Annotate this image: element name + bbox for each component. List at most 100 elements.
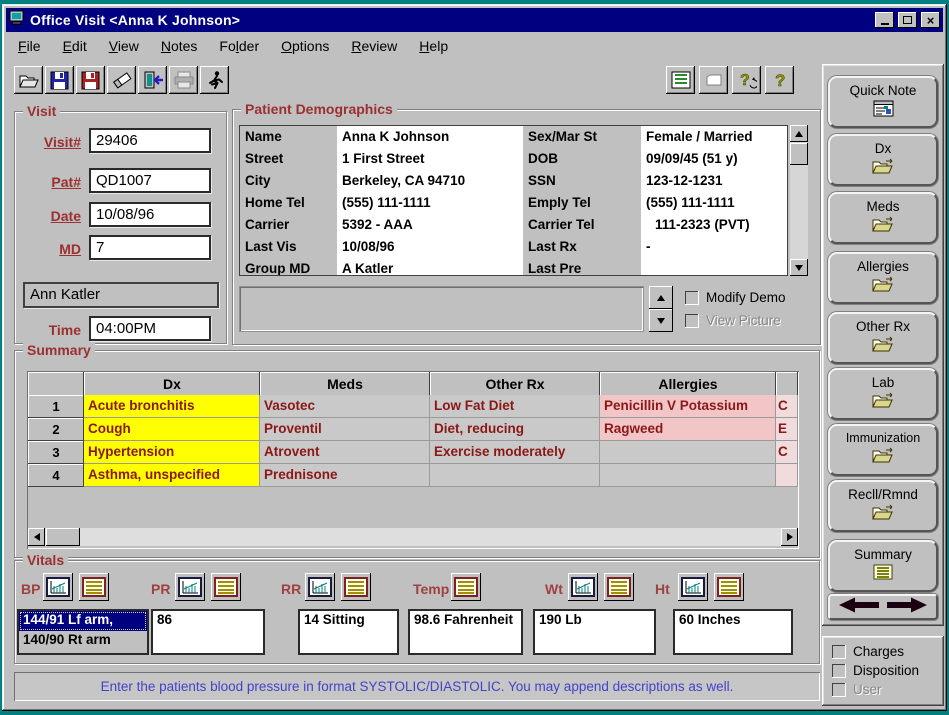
scroll-thumb[interactable] [46,528,80,546]
summary-hscrollbar[interactable] [28,528,798,546]
date-label[interactable]: Date [19,208,81,224]
bp-graph-icon[interactable] [43,573,73,601]
notes-list-button[interactable] [666,66,695,94]
menu-folder[interactable]: Folder [209,36,269,56]
pr-field[interactable]: 86 [151,609,265,655]
close-button[interactable]: × [921,12,940,28]
other-rx-cell[interactable]: Diet, reducing [430,418,600,441]
checkbox-icon[interactable] [832,645,846,659]
sidebar-button-quick-note[interactable]: Quick Note [828,76,938,128]
sidebar-button-dx[interactable]: Dx [828,134,938,186]
open-folder-button[interactable] [14,66,43,94]
new-card-button[interactable] [699,66,728,94]
time-field[interactable]: 04:00PM [89,316,211,341]
wt-list-icon[interactable] [604,573,634,601]
menu-help[interactable]: Help [409,36,458,56]
scroll-thumb[interactable] [790,143,808,165]
rr-field[interactable]: 14 Sitting [298,609,399,655]
demographics-grid[interactable]: NameAnna K JohnsonSex/Mar StFemale / Mar… [239,125,788,276]
visit-number-field[interactable]: 29406 [89,128,211,153]
row-number[interactable]: 3 [28,441,84,464]
wt-graph-icon[interactable] [568,573,598,601]
menu-options[interactable]: Options [271,36,339,56]
demographics-scrollbar[interactable] [790,125,808,276]
patient-number-label[interactable]: Pat# [19,174,81,190]
eraser-button[interactable] [107,66,136,94]
meds-cell[interactable]: Atrovent [260,441,430,464]
sidebar-button-immunization[interactable]: Immunization [828,424,938,476]
sidebar-button-summary[interactable]: Summary [828,540,938,592]
row-number[interactable]: 4 [28,464,84,487]
scroll-left-icon[interactable] [28,528,45,546]
dx-cell[interactable]: Asthma, unspecified [84,464,260,487]
partial-cell[interactable]: C [776,441,798,464]
scroll-up-icon[interactable] [790,125,808,142]
print-button [169,66,198,94]
menu-file[interactable]: File [8,36,51,56]
dx-cell[interactable]: Hypertension [84,441,260,464]
md-label[interactable]: MD [19,241,81,257]
other-rx-cell[interactable]: Exercise moderately [430,441,600,464]
row-number[interactable]: 2 [28,418,84,441]
bp-field[interactable]: 144/91 Lf arm, 140/90 Rt arm [17,609,149,655]
checkbox-icon[interactable] [832,664,846,678]
allergies-cell[interactable] [600,441,776,464]
modify-demo-checkbox[interactable]: Modify Demo [685,290,786,305]
scroll-down-icon[interactable] [790,259,808,276]
allergies-cell[interactable]: Penicillin V Potassium [600,395,776,418]
scroll-right-icon[interactable] [781,528,798,546]
menu-view[interactable]: View [99,36,149,56]
sidebar-button-allergies[interactable]: Allergies [828,252,938,304]
dx-cell[interactable]: Acute bronchitis [84,395,260,418]
sidebar-button-lab[interactable]: Lab [828,368,938,420]
minimize-button[interactable] [875,12,894,28]
prev-next-button[interactable] [828,594,938,620]
exit-button[interactable] [138,66,167,94]
menu-review[interactable]: Review [341,36,407,56]
other-rx-cell[interactable]: Low Fat Diet [430,395,600,418]
partial-cell[interactable]: C [776,395,798,418]
row-number[interactable]: 1 [28,395,84,418]
pr-graph-icon[interactable] [175,573,205,601]
help-button[interactable]: ? [765,66,794,94]
checkbox-icon[interactable] [685,291,699,305]
md-field[interactable]: 7 [89,235,211,260]
save-button[interactable] [45,66,74,94]
menu-edit[interactable]: Edit [53,36,97,56]
bp-list-icon[interactable] [79,573,109,601]
pr-list-icon[interactable] [211,573,241,601]
allergies-cell[interactable]: Ragweed [600,418,776,441]
meds-cell[interactable]: Vasotec [260,395,430,418]
ht-graph-icon[interactable] [678,573,708,601]
spinner-up-button[interactable] [649,286,673,309]
patient-number-field[interactable]: QD1007 [89,168,211,193]
visit-number-label[interactable]: Visit# [19,134,81,150]
rr-graph-icon[interactable] [305,573,335,601]
rr-list-icon[interactable] [341,573,371,601]
wt-field[interactable]: 190 Lb [533,609,656,655]
ht-list-icon[interactable] [714,573,744,601]
context-help-button[interactable]: ? [732,66,761,94]
charges-checkbox[interactable]: Charges [832,644,904,659]
other-rx-cell[interactable] [430,464,600,487]
allergies-cell[interactable] [600,464,776,487]
meds-cell[interactable]: Prednisone [260,464,430,487]
ht-field[interactable]: 60 Inches [673,609,793,655]
date-field[interactable]: 10/08/96 [89,202,211,227]
sidebar-button-meds[interactable]: Meds [828,192,938,244]
menu-notes[interactable]: Notes [151,36,208,56]
restore-button[interactable] [898,12,917,28]
sidebar-button-recall-remind[interactable]: Recll/Rmnd [828,480,938,532]
disposition-checkbox[interactable]: Disposition [832,663,919,678]
demographics-note-box[interactable] [239,286,644,332]
temp-list-icon[interactable] [451,573,481,601]
partial-cell[interactable]: E [776,418,798,441]
dx-cell[interactable]: Cough [84,418,260,441]
sidebar-button-other-rx[interactable]: Other Rx [828,312,938,364]
run-button[interactable] [200,66,229,94]
save-as-button[interactable] [76,66,105,94]
meds-cell[interactable]: Proventil [260,418,430,441]
partial-cell[interactable] [776,464,798,487]
spinner-down-button[interactable] [649,309,673,332]
temp-field[interactable]: 98.6 Fahrenheit [408,609,523,655]
